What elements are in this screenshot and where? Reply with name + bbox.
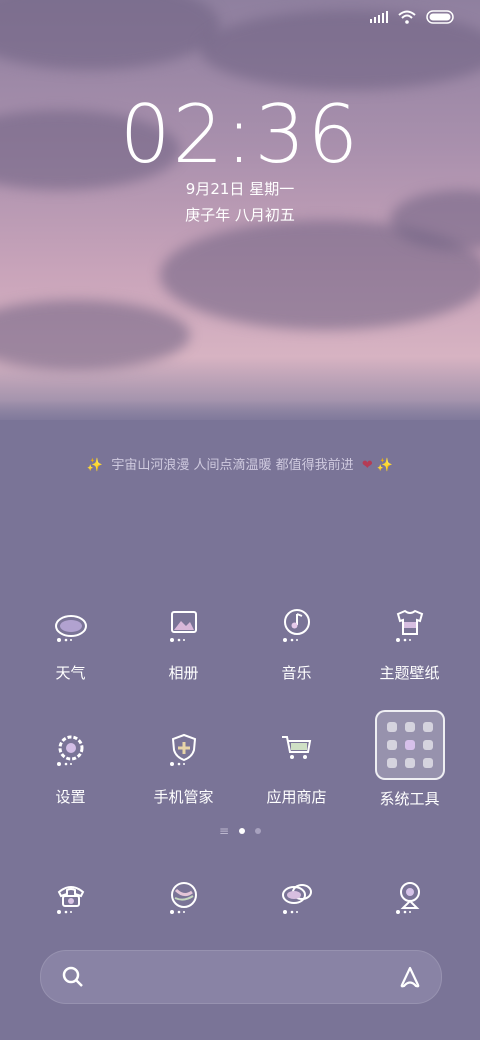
phone-icon: [43, 870, 99, 926]
quote-widget[interactable]: ✨ 宇宙山河浪漫 人间点滴温暖 都值得我前进 ❤ ✨: [0, 454, 480, 473]
themes-icon: [382, 598, 438, 654]
menu-icon: ≡: [218, 824, 230, 838]
app-grid-row-2: 设置 手机管家 应用商店 系统工具: [14, 710, 466, 809]
search-icon[interactable]: [61, 965, 85, 993]
assistant-icon[interactable]: [397, 965, 423, 993]
app-label: 应用商店: [266, 788, 327, 806]
app-store-icon: [269, 722, 325, 778]
search-bar[interactable]: [40, 950, 442, 1004]
folder-icon: [374, 710, 445, 780]
dock-phone[interactable]: [14, 870, 127, 926]
app-music[interactable]: 音乐: [240, 598, 353, 683]
sparkle-icon: ✨: [86, 458, 104, 473]
dock-camera[interactable]: [353, 870, 466, 926]
quote-text: 宇宙山河浪漫 人间点滴温暖 都值得我前进: [111, 458, 354, 473]
app-label: 主题壁纸: [379, 664, 440, 682]
app-gallery[interactable]: 相册: [127, 598, 240, 683]
battery-icon: [426, 10, 456, 24]
app-themes[interactable]: 主题壁纸: [353, 598, 466, 683]
music-icon: [269, 598, 325, 654]
search-input[interactable]: [97, 963, 381, 993]
dock: [14, 870, 466, 926]
app-weather[interactable]: 天气: [14, 598, 127, 683]
dock-messages[interactable]: [240, 870, 353, 926]
app-label: 系统工具: [379, 790, 440, 808]
signal-icon: [370, 11, 388, 23]
app-label: 天气: [55, 664, 86, 682]
app-store[interactable]: 应用商店: [240, 722, 353, 809]
wifi-icon: [398, 10, 416, 24]
clock-time[interactable]: 02:36: [0, 88, 480, 181]
app-label: 相册: [168, 664, 199, 682]
page-dot-active: [239, 828, 246, 834]
security-icon: [156, 722, 212, 778]
app-security[interactable]: 手机管家: [127, 722, 240, 809]
wallpaper-fade: [0, 400, 480, 430]
messages-icon: [269, 870, 325, 926]
heart-icon: ❤: [361, 458, 373, 473]
gallery-icon: [156, 598, 212, 654]
app-label: 音乐: [281, 664, 312, 682]
clock-date[interactable]: 9月21日 星期一: [0, 178, 480, 199]
sparkle-icon: ✨: [376, 458, 394, 473]
page-dot: [255, 828, 262, 834]
app-settings[interactable]: 设置: [14, 722, 127, 809]
app-grid-row-1: 天气 相册 音乐 主题壁纸: [14, 598, 466, 683]
browser-icon: [156, 870, 212, 926]
status-bar: [370, 10, 456, 24]
lunar-date: 庚子年 八月初五: [185, 206, 295, 224]
app-label: 手机管家: [153, 788, 214, 806]
app-label: 设置: [55, 788, 86, 806]
folder-system-tools[interactable]: 系统工具: [353, 710, 466, 809]
dock-browser[interactable]: [127, 870, 240, 926]
camera-icon: [382, 870, 438, 926]
weather-icon: [43, 598, 99, 654]
page-indicator[interactable]: ≡: [0, 824, 480, 838]
settings-icon: [43, 722, 99, 778]
